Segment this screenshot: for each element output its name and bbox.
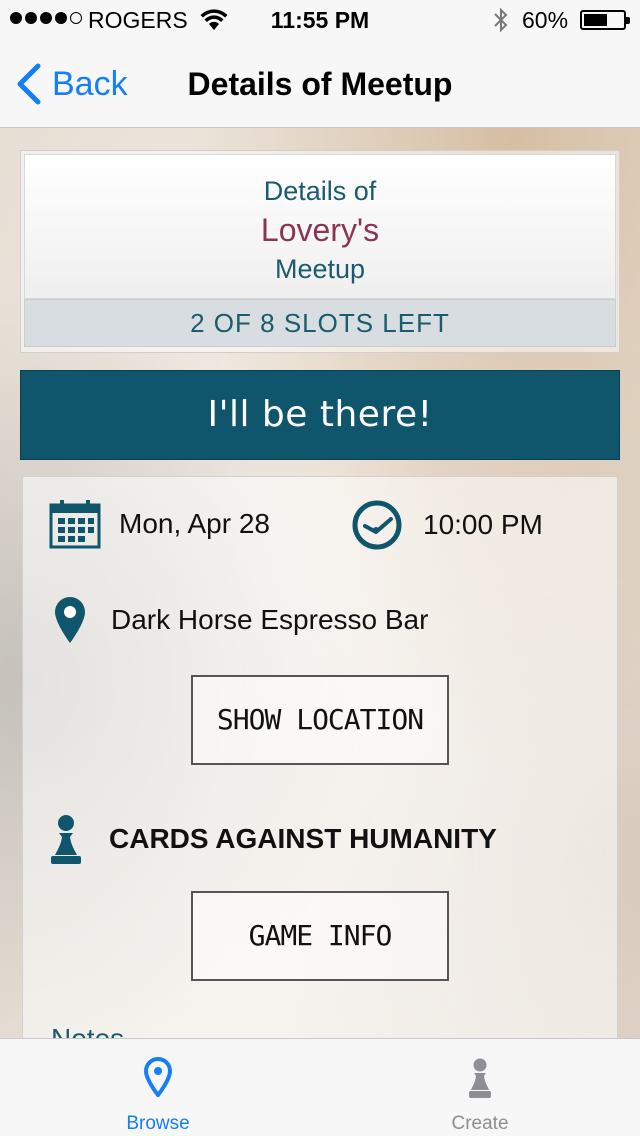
show-location-button[interactable]: SHOW LOCATION [191, 675, 449, 765]
map-pin-icon [55, 597, 85, 643]
meetup-date: Mon, Apr 28 [119, 508, 270, 539]
meetup-header-card: Details of Lovery's Meetup 2 OF 8 SLOTS … [20, 150, 620, 353]
date-row: Mon, Apr 28 [49, 499, 270, 549]
page-title: Details of Meetup [187, 66, 453, 102]
tab-browse[interactable]: Browse [78, 1039, 238, 1136]
location-name: Dark Horse Espresso Bar [111, 604, 429, 635]
map-pin-icon [143, 1057, 173, 1097]
bluetooth-icon [494, 7, 508, 33]
meetup-time: 10:00 PM [423, 509, 543, 540]
game-name: CARDS AGAINST HUMANITY [109, 823, 497, 854]
battery-icon [580, 10, 630, 30]
header-line-details-of: Details of [263, 176, 377, 206]
game-row: CARDS AGAINST HUMANITY [49, 813, 497, 865]
time-row: 10:00 PM [351, 499, 543, 551]
pawn-icon [51, 815, 81, 864]
meetup-title-block: Details of Lovery's Meetup [24, 154, 616, 299]
header-line-meetup: Meetup [274, 254, 366, 284]
host-name: Lovery's [260, 212, 380, 248]
navigation-bar: Back Details of Meetup [0, 40, 640, 128]
slots-left-badge: 2 OF 8 SLOTS LEFT [24, 299, 616, 347]
meetup-details-panel: Mon, Apr 28 10:00 PM Dark Horse Espresso… [22, 476, 618, 1076]
battery-percent: 60% [522, 7, 569, 33]
game-info-button[interactable]: GAME INFO [191, 891, 449, 981]
tab-label-browse: Browse [126, 1113, 190, 1134]
clock-icon [352, 500, 402, 550]
status-bar: ROGERS 11:55 PM 60% [0, 0, 640, 40]
pawn-icon [469, 1058, 491, 1098]
tab-bar: Browse Create [0, 1038, 640, 1136]
tab-label-create: Create [451, 1113, 509, 1134]
tab-create[interactable]: Create [400, 1039, 560, 1136]
location-row: Dark Horse Espresso Bar [53, 595, 428, 645]
calendar-icon [49, 500, 101, 549]
ill-be-there-button[interactable]: I'll be there! [20, 370, 620, 460]
